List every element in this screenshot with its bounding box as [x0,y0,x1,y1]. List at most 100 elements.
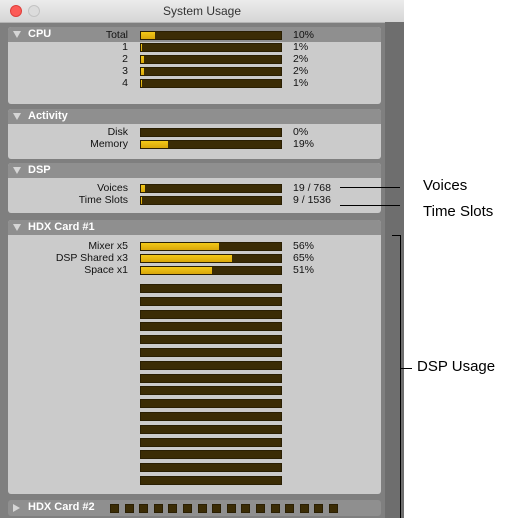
activity-panel-title: Activity [28,110,68,122]
disclosure-triangle-icon[interactable] [13,113,21,120]
dsp-row-label: Voices [97,182,128,194]
hdx2-dsp-chip-indicator [110,504,119,513]
cpu-row-label: 4 [122,77,128,89]
disclosure-triangle-collapsed-icon[interactable] [13,504,20,512]
callout-bracket-top [392,235,400,236]
hdx1-empty-dsp-meter [140,450,282,460]
hdx2-dsp-chip-indicator [285,504,295,513]
cpu-row-label: 2 [122,53,128,65]
hdx1-empty-dsp-meter [140,437,282,447]
callout-voices: Voices [423,177,468,194]
activity-panel-header[interactable]: Activity [8,109,381,124]
hdx1-empty-dsp-meter [140,360,282,370]
callout-bracket-vertical [400,235,401,518]
dsp-usage-meter [140,184,282,193]
hdx2-dsp-chip-indicator [197,504,207,513]
cpu-usage-meter [140,67,282,76]
hdx2-dsp-chip-indicator [168,504,178,513]
hdx2-dsp-chip-indicator [183,504,192,513]
cpu-row-label: Total [105,29,128,41]
hdx-card-2-panel-header[interactable]: HDX Card #2 [8,500,381,516]
cpu-row-value: 1% [293,77,309,89]
cpu-usage-meter [140,43,282,52]
cpu-row-value: 10% [293,29,315,41]
hdx-card-1-panel-header[interactable]: HDX Card #1 [8,220,381,235]
dsp-row-value: 19 / 768 [293,182,331,194]
cpu-usage-meter-fill [141,56,144,63]
disclosure-triangle-icon[interactable] [13,224,21,231]
cpu-row-value: 1% [293,41,309,53]
hdx1-empty-dsp-meter [140,335,282,345]
cpu-usage-meter [140,31,282,40]
cpu-row-label: 1 [122,41,128,53]
activity-usage-meter-fill [141,141,168,148]
hdx1-usage-meter-fill [141,255,232,262]
dsp-row-value: 9 / 1536 [293,194,331,206]
activity-row-label: Disk [107,126,128,138]
cpu-panel: CPU Total 10% 1 1% 2 2% 3 2% 4 1% [8,27,381,104]
hdx1-empty-dsp-meter [140,412,282,421]
activity-usage-meter [140,128,282,137]
hdx1-empty-dsp-meter [140,399,282,409]
hdx2-dsp-chip-indicator [153,504,163,513]
hdx1-empty-dsp-meter [140,296,282,306]
hdx-card-1-panel: HDX Card #1 Mixer x5 56% DSP Shared x3 65% S… [8,220,381,494]
callout-dsp-usage: DSP Usage [417,358,496,375]
hdx2-dsp-chip-indicator [241,504,251,513]
activity-row-value: 19% [293,138,315,150]
dsp-usage-meter-fill [141,197,142,204]
hdx1-empty-dsp-meter [140,373,282,383]
hdx1-row-value: 56% [293,240,315,252]
activity-row-value: 0% [293,126,309,138]
title-bar[interactable]: System Usage [0,0,404,23]
hdx1-usage-meter-fill [141,243,220,250]
hdx1-row-value: 65% [293,252,315,264]
hdx-card-1-panel-title: HDX Card #1 [28,221,95,233]
cpu-row-label: 3 [122,65,128,77]
cpu-usage-meter-fill [141,68,144,75]
disclosure-triangle-icon[interactable] [13,167,21,174]
hdx1-usage-meter [140,242,282,251]
hdx1-empty-dsp-meter [140,322,282,332]
hdx2-dsp-chip-indicator [212,504,222,513]
hdx1-usage-meter [140,266,282,275]
hdx1-empty-dsp-meter [140,386,282,396]
dsp-panel: DSP Voices 19 / 768 Time Slots 9 / 1536 [8,163,381,213]
hdx1-empty-dsp-meter [140,309,282,319]
hdx2-dsp-chip-indicator [314,504,324,513]
dsp-panel-header[interactable]: DSP [8,163,381,178]
dsp-usage-meter-fill [141,185,145,192]
hdx1-empty-dsp-meter [140,463,282,473]
activity-panel: Activity Disk 0% Memory 19% [8,109,381,159]
hdx1-usage-meter-fill [141,267,213,274]
hdx1-row-label: DSP Shared x3 [55,252,128,264]
activity-row-label: Memory [90,138,128,150]
dsp-panel-title: DSP [28,164,51,176]
hdx1-empty-dsp-meter [140,284,282,293]
hdx1-empty-dsp-meter [140,348,282,357]
cpu-usage-meter [140,55,282,64]
cpu-usage-meter-fill [141,44,143,51]
hdx1-row-label: Space x1 [84,264,128,276]
dsp-row-label: Time Slots [78,194,128,206]
cpu-usage-meter-fill [141,32,155,39]
callout-time-slots-line [340,205,400,206]
callout-dsp-usage-line [400,368,412,369]
hdx1-row-value: 51% [293,264,315,276]
hdx2-dsp-chip-indicator [226,504,236,513]
hdx1-empty-dsp-meter [140,424,282,434]
window-title: System Usage [162,4,242,18]
cpu-row-value: 2% [293,65,309,77]
hdx2-dsp-chip-indicator [299,504,309,513]
hdx1-empty-dsp-meter [140,476,282,485]
hdx1-usage-meter [140,254,282,263]
system-usage-window: System Usage CPU Total 10% 1 1% 2 2% 3 2% 4 1% Ac… [0,0,404,518]
hdx2-dsp-chip-indicator [256,504,265,513]
hdx-card-2-panel-title: HDX Card #2 [28,501,95,513]
scrollbar-track[interactable] [385,22,404,518]
cpu-usage-meter [140,79,282,88]
hdx2-dsp-chip-indicator [329,504,338,513]
dsp-usage-meter [140,196,282,205]
hdx2-dsp-chip-indicator [139,504,149,513]
cpu-row-value: 2% [293,53,309,65]
